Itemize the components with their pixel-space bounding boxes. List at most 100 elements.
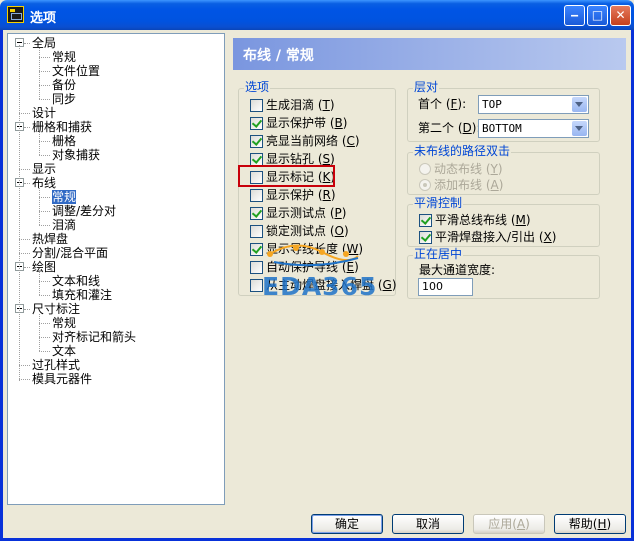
tree-item[interactable]: 绘图 — [32, 260, 56, 274]
smoothing-label-item[interactable]: 平滑总线布线 (M) — [435, 213, 531, 227]
tree-item[interactable]: 显示 — [32, 162, 56, 176]
tree-item-label: 分割/混合平面 — [32, 246, 109, 260]
tree-item-label: 文件位置 — [52, 64, 101, 78]
tree-item[interactable]: 栅格和捕获 — [32, 120, 92, 134]
tree-item[interactable]: 布线 — [32, 176, 56, 190]
tree-item[interactable]: 模具元器件 — [32, 372, 92, 386]
option-checkbox[interactable] — [250, 189, 263, 202]
tree-item[interactable]: 过孔样式 — [32, 358, 80, 372]
tree-item[interactable]: 文件位置 — [52, 64, 100, 78]
tree-connector — [39, 197, 50, 198]
tree-item[interactable]: 分割/混合平面 — [32, 246, 108, 260]
tree-connector — [39, 272, 40, 295]
tree-connector — [39, 337, 50, 338]
tree-connector — [39, 57, 50, 58]
option-checkbox[interactable] — [250, 99, 263, 112]
tree-item[interactable]: 填充和灌注 — [52, 288, 112, 302]
smoothing-checkbox[interactable] — [419, 231, 432, 244]
close-icon: ✕ — [615, 8, 626, 22]
smoothing-checkbox[interactable] — [419, 214, 432, 227]
minimize-button[interactable]: ‒ — [564, 5, 585, 26]
help-button[interactable]: 帮助(H) — [554, 514, 626, 534]
tree-connector — [39, 225, 50, 226]
second-layer-combo[interactable]: BOTTOM — [478, 119, 589, 138]
tree-item-label: 绘图 — [32, 260, 57, 274]
max-via-width-input[interactable]: 100 — [418, 278, 473, 296]
unrouted-dblclick-label: 未布线的路径双击 — [413, 144, 512, 158]
tree-item-label: 填充和灌注 — [52, 288, 113, 302]
unrouted-radio[interactable] — [419, 163, 431, 175]
tree-item-label: 文本 — [52, 344, 77, 358]
option-label[interactable]: 亮显当前网络 (C) — [266, 134, 360, 148]
tree-item-label: 对象捕获 — [52, 148, 101, 162]
tree-connector — [24, 127, 30, 128]
options-tree[interactable]: 全局 常规 文件位置 备份 同步 设计 栅格和捕获 栅格 对象捕获 显示 布线 常规 调整/差分对 泪滴热… — [7, 33, 225, 505]
tree-item-label: 同步 — [52, 92, 77, 106]
option-label[interactable]: 显示钻孔 (S) — [266, 152, 335, 166]
tree-item[interactable]: 文本 — [52, 344, 76, 358]
window-title: 选项 — [30, 11, 57, 26]
tree-connector — [39, 155, 50, 156]
unrouted-radio-label[interactable]: 动态布线 (Y) — [434, 162, 503, 176]
highlight-box — [238, 165, 335, 187]
tree-item[interactable]: 泪滴 — [52, 218, 76, 232]
first-layer-combo[interactable]: TOP — [478, 95, 589, 114]
unrouted-radio[interactable] — [419, 179, 431, 191]
option-checkbox[interactable] — [250, 243, 263, 256]
tree-item-label: 热焊盘 — [32, 232, 69, 246]
close-button[interactable]: ✕ — [610, 5, 631, 26]
panel-title: 布线 / 常规 — [243, 48, 314, 64]
pads-app-icon — [7, 6, 24, 23]
tree-item[interactable]: 调整/差分对 — [52, 204, 116, 218]
tree-item[interactable]: 文本和线 — [52, 274, 100, 288]
minimize-icon: ‒ — [570, 8, 579, 22]
option-label[interactable]: 显示保护 (R) — [266, 188, 336, 202]
tree-item-label: 调整/差分对 — [52, 204, 117, 218]
tree-item[interactable]: 热焊盘 — [32, 232, 68, 246]
tree-connector — [39, 99, 50, 100]
tree-connector — [24, 309, 30, 310]
tree-connector — [19, 379, 30, 380]
tree-item[interactable]: 常规 — [52, 50, 76, 64]
option-checkbox[interactable] — [250, 117, 263, 130]
tree-item[interactable]: 对象捕获 — [52, 148, 100, 162]
maximize-button[interactable]: □ — [587, 5, 608, 26]
tree-connector — [39, 351, 50, 352]
tree-item[interactable]: 常规 — [52, 190, 77, 204]
max-via-width-value: 100 — [422, 280, 443, 293]
cancel-button[interactable]: 取消 — [392, 514, 464, 534]
tree-item[interactable]: 对齐标记和箭头 — [52, 330, 136, 344]
unrouted-radio-label[interactable]: 添加布线 (A) — [434, 178, 503, 192]
option-checkbox[interactable] — [250, 225, 263, 238]
chevron-down-icon[interactable] — [572, 97, 587, 112]
option-checkbox[interactable] — [250, 135, 263, 148]
tree-item[interactable]: 常规 — [52, 316, 76, 330]
tree-item-label: 全局 — [32, 36, 57, 50]
option-label[interactable]: 锁定测试点 (O) — [266, 224, 349, 238]
tree-connector — [24, 183, 30, 184]
tree-item[interactable]: 备份 — [52, 78, 76, 92]
second-layer-value: BOTTOM — [482, 122, 522, 135]
layer-pair-label: 层对 — [413, 80, 440, 94]
tree-item[interactable]: 栅格 — [52, 134, 76, 148]
option-label[interactable]: 显示测试点 (P) — [266, 206, 346, 220]
options-group-label: 选项 — [244, 80, 271, 94]
tree-connector — [24, 43, 30, 44]
chevron-down-icon[interactable] — [572, 121, 587, 136]
smoothing-label-item[interactable]: 平滑焊盘接入/引出 (X) — [435, 230, 556, 244]
apply-button[interactable]: 应用(A) — [473, 514, 545, 534]
ok-button[interactable]: 确定 — [311, 514, 383, 534]
tree-connector — [19, 113, 30, 114]
tree-connector — [39, 85, 50, 86]
tree-item[interactable]: 同步 — [52, 92, 76, 106]
tree-connector — [39, 281, 50, 282]
tree-item[interactable]: 全局 — [32, 36, 56, 50]
option-label[interactable]: 生成泪滴 (T) — [266, 98, 335, 112]
tree-connector — [39, 48, 40, 99]
tree-item[interactable]: 设计 — [32, 106, 56, 120]
option-label[interactable]: 显示保护带 (B) — [266, 116, 347, 130]
tree-connector — [39, 71, 50, 72]
tree-connector — [39, 314, 40, 351]
option-checkbox[interactable] — [250, 207, 263, 220]
tree-connector — [39, 141, 50, 142]
